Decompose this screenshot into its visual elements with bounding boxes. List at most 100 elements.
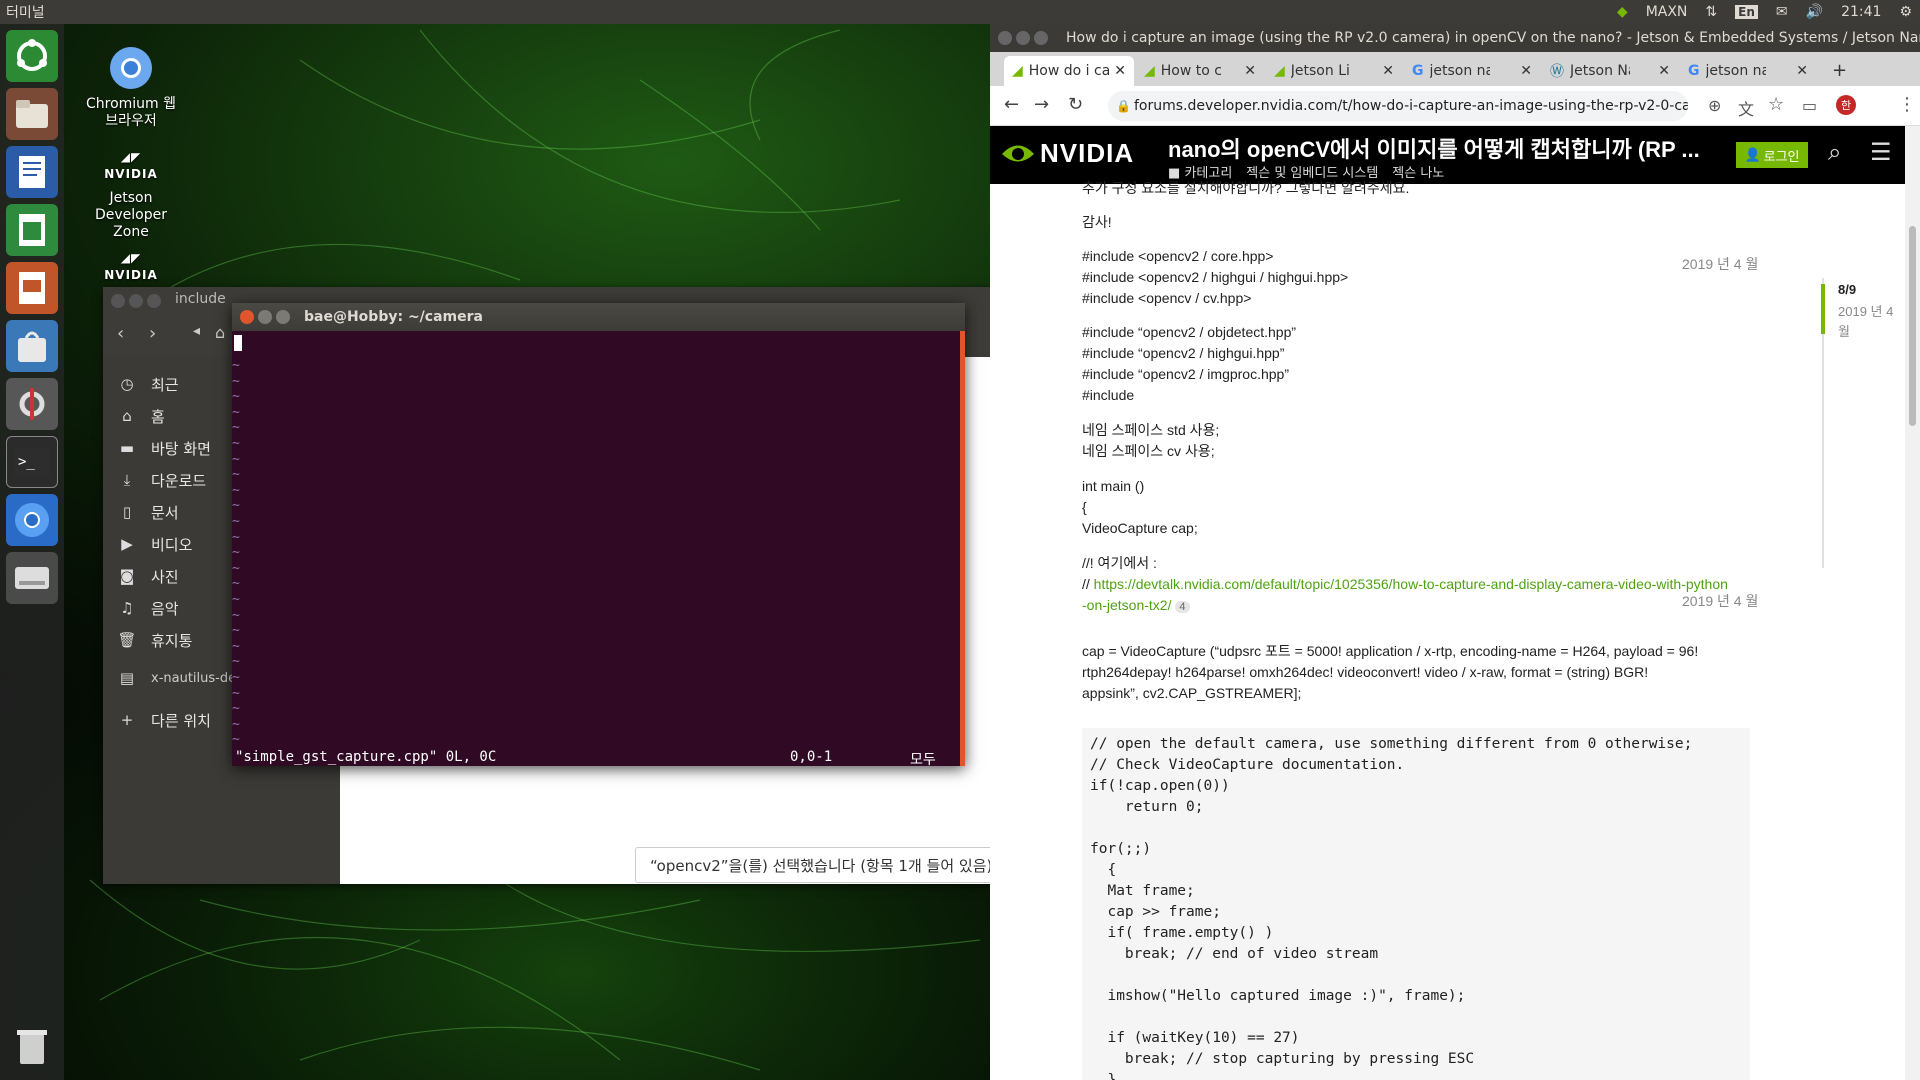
translate-icon[interactable]: 文	[1738, 96, 1754, 120]
vim-tilde: ~	[232, 685, 240, 701]
back-arrow-icon[interactable]: ‹	[117, 323, 124, 344]
address-toolbar: ← → ↻ 🔒 forums.developer.nvidia.com/t/how…	[990, 86, 1920, 126]
forward-arrow-icon[interactable]: ›	[149, 323, 156, 344]
sidebar-item-label: 홈	[151, 407, 165, 426]
vim-tilde: ~	[232, 436, 240, 451]
clock-icon: ◷	[120, 375, 134, 393]
path-left-icon[interactable]: ◂	[193, 323, 200, 339]
tab-close-icon[interactable]: ✕	[1244, 63, 1256, 79]
clock[interactable]: 21:41	[1841, 4, 1881, 20]
close-button[interactable]	[240, 310, 254, 324]
tab-close-icon[interactable]: ✕	[1114, 63, 1126, 79]
tab-2[interactable]: ◢ How to cap ✕	[1136, 56, 1264, 86]
login-button[interactable]: 👤 로그인	[1736, 142, 1808, 168]
nvidia-favicon-icon: ◢	[1274, 63, 1285, 79]
link-count-badge: 4	[1175, 601, 1190, 613]
minimize-button[interactable]	[258, 310, 272, 324]
trash-icon[interactable]	[6, 1020, 58, 1072]
maximize-button[interactable]	[276, 310, 290, 324]
nvidia-power-icon[interactable]: ◆	[1617, 4, 1628, 20]
topic-title[interactable]: nano의 openCV에서 이미지를 어떻게 캡처합니까 (RP ...	[1168, 132, 1700, 164]
page-scrollbar[interactable]	[1905, 126, 1920, 1080]
terminal-scrollbar[interactable]	[960, 331, 965, 766]
desktop-icon-label: NVIDIA	[104, 268, 158, 282]
maximize-button[interactable]	[147, 294, 161, 308]
calc-icon[interactable]	[6, 204, 58, 256]
minimize-button[interactable]	[1016, 31, 1030, 45]
vim-tilde: ~	[232, 389, 240, 405]
impress-icon[interactable]	[6, 262, 58, 314]
plus-icon: +	[120, 711, 134, 729]
close-button[interactable]	[111, 294, 125, 308]
timeline-handle[interactable]	[1821, 284, 1825, 334]
volume-icon[interactable]: 🔊	[1806, 4, 1823, 20]
sidebar-item-label: 다운로드	[151, 471, 207, 490]
menu-dots-icon[interactable]: ⋮	[1898, 94, 1916, 115]
profile-avatar[interactable]: 한	[1836, 95, 1856, 115]
vim-tilde: ~	[232, 482, 240, 498]
power-mode-label[interactable]: MAXN	[1646, 4, 1688, 20]
vim-tilde: ~	[232, 701, 240, 717]
writer-icon[interactable]	[6, 146, 58, 198]
tab-5[interactable]: Ⓦ Jetson Na ✕	[1542, 56, 1678, 86]
hamburger-menu-icon[interactable]: ☰	[1870, 138, 1892, 166]
settings-gear-icon[interactable]: ⚙	[1899, 4, 1912, 20]
tab-label: How do i ca	[1028, 63, 1109, 79]
camera-icon: ◙	[119, 567, 135, 585]
network-icon[interactable]: ⇅	[1705, 4, 1717, 20]
close-button[interactable]	[998, 31, 1012, 45]
back-arrow-icon[interactable]: ←	[1004, 94, 1019, 115]
tab-close-icon[interactable]: ✕	[1796, 63, 1808, 79]
lock-icon: 🔒	[1116, 99, 1131, 113]
tab-3[interactable]: ◢ Jetson Lin ✕	[1266, 56, 1402, 86]
minimize-button[interactable]	[129, 294, 143, 308]
sidebar-item-label: 바탕 화면	[151, 439, 211, 458]
keyboard-indicator[interactable]: En	[1735, 5, 1758, 19]
timeline-date: 2019 년 4월	[1838, 304, 1894, 339]
include-line: #include “opencv2 / objdetect.hpp”	[1082, 324, 1297, 340]
tab-6[interactable]: Gjetson nan ✕	[1680, 56, 1816, 86]
document-icon: ▯	[122, 503, 132, 521]
user-icon: 👤	[1744, 147, 1761, 163]
tab-close-icon[interactable]: ✕	[1520, 63, 1532, 79]
desktop-icon-jetson-zone[interactable]: ◢◤ NVIDIA Jetson Developer Zone	[66, 146, 196, 241]
star-icon[interactable]: ☆	[1768, 94, 1784, 115]
sidebar-item-label: 다른 위치	[151, 711, 211, 730]
tab-close-icon[interactable]: ✕	[1658, 63, 1670, 79]
url-bar[interactable]: 🔒 forums.developer.nvidia.com/t/how-do-i-…	[1108, 91, 1688, 121]
disk-drive-icon[interactable]	[6, 552, 58, 604]
sidebar-item-label: 사진	[151, 567, 179, 586]
mail-icon[interactable]: ✉	[1776, 4, 1788, 20]
add-icon[interactable]: ⊕	[1708, 96, 1721, 115]
terminal-body[interactable]: ~ ~ ~ ~ ~ ~ ~ ~ ~ ~ ~ ~ ~ ~ ~ ~ ~ ~ ~ ~ ~ ~ ~ ~ ~ "simple_gst_ca…	[232, 331, 965, 768]
reload-icon[interactable]: ↻	[1068, 94, 1083, 115]
home-path-icon[interactable]: ⌂	[215, 323, 225, 342]
vim-scroll-indicator: 모두	[910, 752, 936, 768]
desktop-icon-nvidia[interactable]: ◢◤ NVIDIA	[66, 250, 196, 288]
desktop-icon-chromium[interactable]: Chromium 웹 브라우저	[66, 44, 196, 130]
search-icon[interactable]: ⌕	[1828, 138, 1841, 166]
vim-tilde: ~	[232, 373, 240, 389]
software-center-icon[interactable]	[6, 320, 58, 372]
system-settings-icon[interactable]	[6, 378, 58, 430]
file-manager-icon[interactable]	[6, 88, 58, 140]
sidebar-item-label: 음악	[151, 599, 179, 618]
cast-icon[interactable]: ▭	[1802, 96, 1817, 115]
tab-1[interactable]: ◢ How do i ca ✕	[1004, 56, 1134, 86]
tab-label: How to cap	[1160, 63, 1221, 79]
nvidia-logo[interactable]: NVIDIA	[1000, 138, 1134, 169]
maximize-button[interactable]	[1034, 31, 1048, 45]
new-tab-plus-icon[interactable]: +	[1832, 60, 1847, 81]
ubuntu-dash-icon[interactable]	[6, 30, 58, 82]
vim-cursor-position: 0,0-1	[790, 749, 833, 765]
tab-close-icon[interactable]: ✕	[1382, 63, 1394, 79]
scrollbar-thumb[interactable]	[1909, 226, 1916, 426]
terminal-icon[interactable]: >_	[6, 436, 58, 488]
include-line: #include	[1082, 387, 1135, 403]
forward-arrow-icon[interactable]: →	[1034, 94, 1049, 115]
cap-line: rtph264depay! h264parse! omxh264dec! vid…	[1082, 664, 1649, 680]
vim-tilde: ~	[232, 420, 240, 436]
tab-4[interactable]: Gjetson nan ✕	[1404, 56, 1540, 86]
chromium-icon[interactable]	[6, 494, 58, 546]
site-header: NVIDIA nano의 openCV에서 이미지를 어떻게 캡처합니까 (RP…	[990, 126, 1905, 184]
